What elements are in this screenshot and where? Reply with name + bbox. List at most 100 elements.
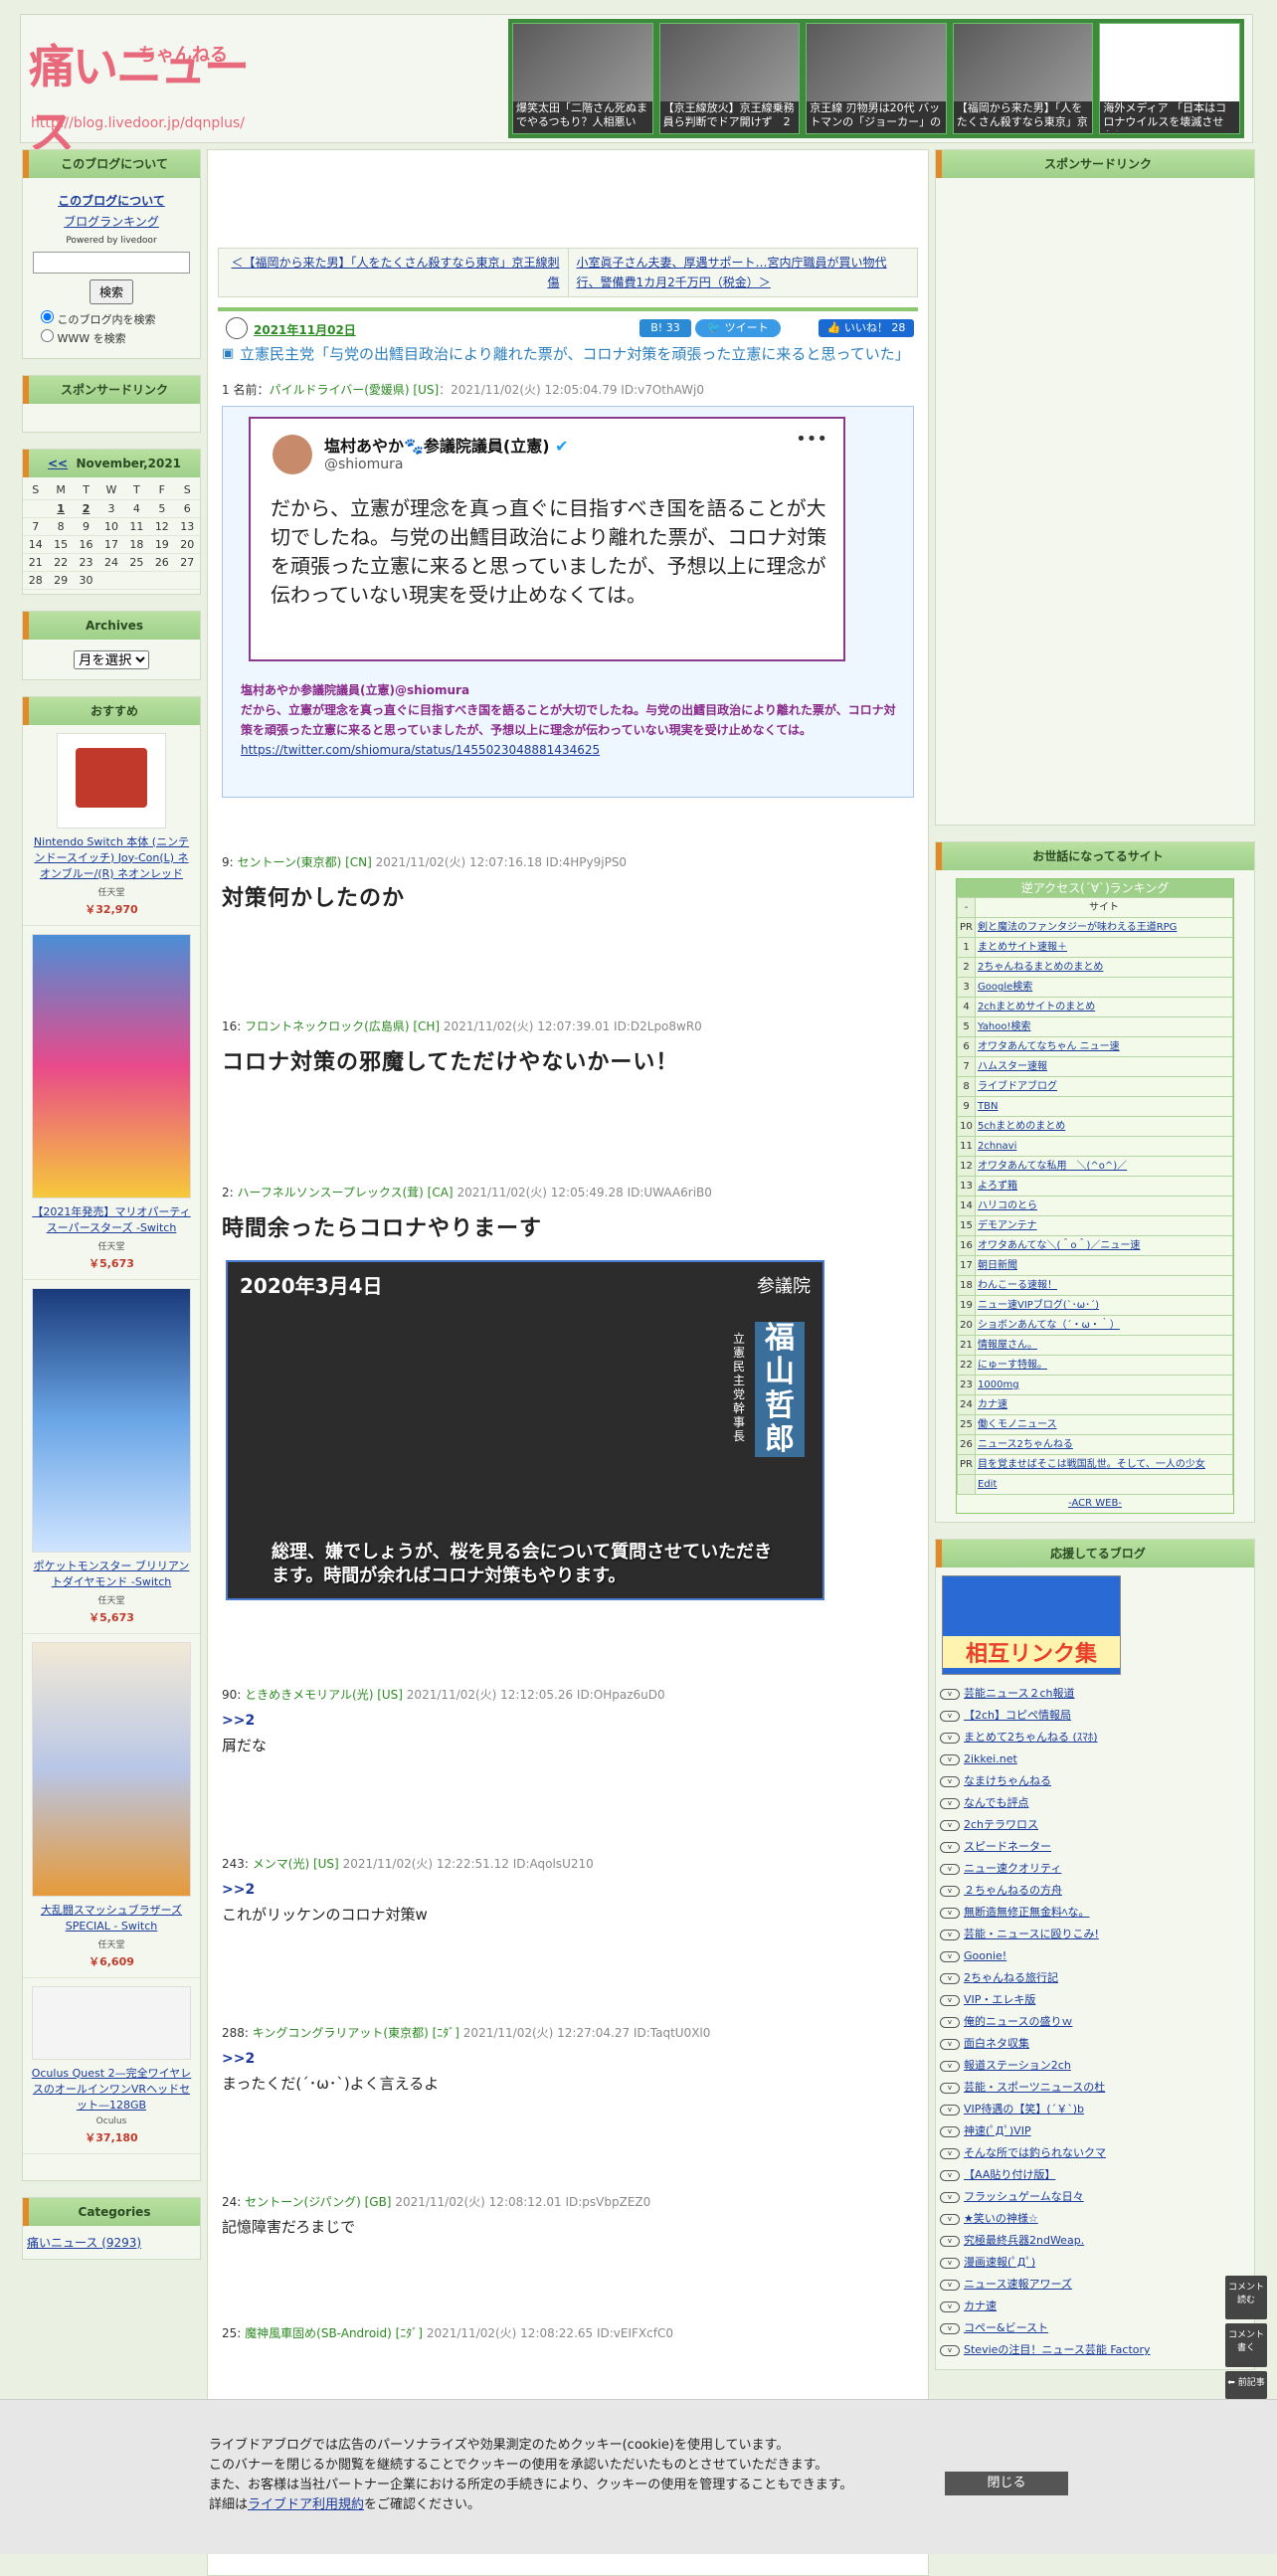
blog-link[interactable]: VIP・エレキ版 xyxy=(964,1989,1035,2011)
recommend-item[interactable]: Nintendo Switch 本体 (ニンテンドースイッチ) Joy-Con(… xyxy=(23,725,200,926)
headline-item[interactable]: 【福岡から来た男】「人をたくさん殺すなら東京」京 xyxy=(952,23,1094,134)
site-logo[interactable]: 痛いニュース ちゃんねる http://blog.livedoor.jp/dqn… xyxy=(29,21,277,159)
product-name[interactable]: 大乱闘スマッシュブラザーズ SPECIAL - Switch xyxy=(29,1903,194,1934)
product-name[interactable]: Oculus Quest 2—完全ワイヤレスのオールインワンVRヘッドセット—1… xyxy=(29,2066,194,2114)
rank-site-link[interactable]: 朝日新聞 xyxy=(978,1260,1017,1271)
recommend-item[interactable]: 【2021年発売】マリオパーティ スーパースターズ -Switch 任天堂 ￥5… xyxy=(23,926,200,1280)
headline-item[interactable]: 京王線 刃物男は20代 バットマンの「ジョーカー」の xyxy=(806,23,947,134)
category-link[interactable]: 痛いニュース (9293) xyxy=(27,2236,141,2250)
blog-link[interactable]: スピードネーター xyxy=(964,1836,1051,1858)
blog-item[interactable]: v コペー&ビースト xyxy=(940,2317,1250,2339)
rank-site-link[interactable]: Google検索 xyxy=(978,982,1032,993)
blog-link[interactable]: 【AA貼り付け版】 xyxy=(964,2164,1055,2186)
article-date[interactable]: 2021年11月02日 xyxy=(254,321,356,338)
blog-item[interactable]: v まとめて2ちゃんねる (ｽﾏﾎ) xyxy=(940,1727,1250,1748)
prev-article-button[interactable]: ⬅ 前記事 xyxy=(1225,2371,1267,2399)
blog-item[interactable]: v 漫画速報(ﾟДﾟ) xyxy=(940,2252,1250,2274)
response-anchor[interactable]: >>2 xyxy=(222,2051,928,2067)
blog-link[interactable]: 無断造無修正無金料ﾍな。 xyxy=(964,1902,1090,1924)
blog-item[interactable]: v VIP・エレキ版 xyxy=(940,1989,1250,2011)
blog-item[interactable]: v なんでも評点 xyxy=(940,1792,1250,1814)
blog-link[interactable]: VIP待遇の【笑】(´￥`)b xyxy=(964,2099,1084,2120)
tweet-link[interactable]: https://twitter.com/shiomura/status/1455… xyxy=(241,743,600,757)
blog-item[interactable]: v 【2ch】コピペ情報局 xyxy=(940,1705,1250,1727)
blog-link[interactable]: Goonie! xyxy=(964,1945,1006,1967)
blog-link[interactable]: 2ikkei.net xyxy=(964,1748,1017,1770)
response-anchor[interactable]: >>2 xyxy=(222,1713,928,1729)
rank-site-link[interactable]: ハムスター速報 xyxy=(978,1061,1047,1072)
facebook-like-button[interactable]: 👍 いいね！ 28 xyxy=(819,319,914,337)
calendar-prev-link[interactable]: << xyxy=(48,457,68,470)
prev-article-link[interactable]: ＜【福岡から来た男】「人をたくさん殺すなら東京」京王線刺傷 xyxy=(219,249,569,296)
blog-ranking-link[interactable]: ブログランキング xyxy=(31,213,192,230)
rank-site-link[interactable]: 働くモノニュース xyxy=(978,1419,1057,1430)
blog-item[interactable]: v Goonie! xyxy=(940,1945,1250,1967)
headline-item[interactable]: 【京王線放火】京王線乗務員ら判断でドア開けず 2 xyxy=(658,23,801,134)
blog-item[interactable]: v 芸能ニュース２ch報道 xyxy=(940,1683,1250,1705)
rank-site-link[interactable]: Edit xyxy=(978,1479,997,1490)
blog-item[interactable]: v 2chテラワロス xyxy=(940,1814,1250,1836)
rank-site-link[interactable]: 剣と魔法のファンタジーが味わえる王道RPG xyxy=(978,922,1177,933)
blog-link[interactable]: 芸能・ニュースに殴りこみ! xyxy=(964,1924,1099,1945)
blog-item[interactable]: v 2ちゃんねる旅行記 xyxy=(940,1967,1250,1989)
blog-item[interactable]: v そんな所では釣られないクマ xyxy=(940,2142,1250,2164)
search-blog-radio[interactable] xyxy=(41,310,54,323)
blog-link[interactable]: 報道ステーション2ch xyxy=(964,2055,1071,2077)
blog-link[interactable]: ニュー速クオリティ xyxy=(964,1858,1061,1880)
rank-site-link[interactable]: 2chnavi xyxy=(978,1141,1016,1152)
blog-item[interactable]: v Stevieの注目！ニュース芸能 Factory xyxy=(940,2339,1250,2361)
recommend-item[interactable]: ポケットモンスター ブリリアントダイヤモンド -Switch 任天堂 ￥5,67… xyxy=(23,1280,200,1634)
product-name[interactable]: 【2021年発売】マリオパーティ スーパースターズ -Switch xyxy=(29,1204,194,1236)
rank-site-link[interactable]: オワタあんてな私用 ＼(^o^)／ xyxy=(978,1161,1127,1172)
blog-item[interactable]: v VIP待遇の【笑】(´￥`)b xyxy=(940,2099,1250,2120)
link-collection-banner[interactable]: 相互リンク集 xyxy=(942,1575,1121,1675)
rank-site-link[interactable]: まとめサイト速報＋ xyxy=(978,942,1067,953)
recommend-item[interactable]: 大乱闘スマッシュブラザーズ SPECIAL - Switch 任天堂 ￥6,60… xyxy=(23,1634,200,1978)
blog-item[interactable]: v 神速(ﾟДﾟ)VIP xyxy=(940,2120,1250,2142)
archives-select[interactable]: 月を選択 xyxy=(74,649,149,669)
rank-site-link[interactable]: ニュー速VIPブログ(`･ω･´) xyxy=(978,1300,1099,1311)
rank-site-link[interactable]: わんこーる速報！ xyxy=(978,1280,1057,1291)
blog-link[interactable]: カナ速 xyxy=(964,2296,997,2317)
blog-item[interactable]: v 2ikkei.net xyxy=(940,1748,1250,1770)
blog-link[interactable]: 2ちゃんねる旅行記 xyxy=(964,1967,1058,1989)
blog-link[interactable]: なまけちゃんねる xyxy=(964,1770,1051,1792)
blog-item[interactable]: v 面白ネタ収集 xyxy=(940,2033,1250,2055)
cookie-close-button[interactable]: 閉じる xyxy=(945,2472,1068,2495)
rank-site-link[interactable]: 2ちゃんねるまとめのまとめ xyxy=(978,962,1103,973)
blog-item[interactable]: v スピードネーター xyxy=(940,1836,1250,1858)
rank-site-link[interactable]: 1000mg xyxy=(978,1380,1019,1390)
blog-link[interactable]: Stevieの注目！ニュース芸能 Factory xyxy=(964,2339,1151,2361)
hatena-bookmark-button[interactable]: B! 33 xyxy=(639,319,691,337)
blog-link[interactable]: フラッシュゲームな日々 xyxy=(964,2186,1084,2208)
search-input[interactable] xyxy=(33,252,190,274)
rank-site-link[interactable]: Yahoo!検索 xyxy=(978,1021,1030,1032)
response-anchor[interactable]: >>2 xyxy=(222,1882,928,1898)
blog-link[interactable]: 芸能・スポーツニュースの杜 xyxy=(964,2077,1105,2099)
blog-link[interactable]: 芸能ニュース２ch報道 xyxy=(964,1683,1074,1705)
blog-item[interactable]: v 究極最終兵器2ndWeap. xyxy=(940,2230,1250,2252)
rank-site-link[interactable]: 目を覚ませばそこは戦国乱世。そして、一人の少女 xyxy=(978,1459,1205,1470)
blog-item[interactable]: v なまけちゃんねる xyxy=(940,1770,1250,1792)
blog-item[interactable]: v フラッシュゲームな日々 xyxy=(940,2186,1250,2208)
blog-item[interactable]: v 芸能・スポーツニュースの杜 xyxy=(940,2077,1250,2099)
terms-link[interactable]: ライブドア利用規約 xyxy=(248,2497,364,2512)
rank-site-link[interactable]: オワタあんてなちゃん ニュー速 xyxy=(978,1041,1120,1052)
acr-web-link[interactable]: -ACR WEB- xyxy=(1068,1498,1122,1509)
rank-site-link[interactable]: デモアンテナ xyxy=(978,1220,1037,1231)
next-article-link[interactable]: 小室眞子さん夫妻、厚遇サポート…宮内庁職員が買い物代行、警備費1カ月2千万円（税… xyxy=(569,249,918,296)
calendar-day[interactable]: 2 xyxy=(73,499,99,518)
rank-site-link[interactable]: 情報屋さん。 xyxy=(978,1340,1037,1351)
blog-item[interactable]: v 報道ステーション2ch xyxy=(940,2055,1250,2077)
rank-site-link[interactable]: ハリコのとら xyxy=(978,1200,1037,1211)
rank-site-link[interactable]: オワタあんてな＼(＾o＾)／ニュー速 xyxy=(978,1240,1140,1251)
rank-site-link[interactable]: ニュース2ちゃんねる xyxy=(978,1439,1073,1450)
search-www-radio[interactable] xyxy=(41,329,54,342)
blog-item[interactable]: v ２ちゃんねるの方舟 xyxy=(940,1880,1250,1902)
rank-site-link[interactable]: 2chまとめサイトのまとめ xyxy=(978,1002,1095,1012)
blog-link[interactable]: まとめて2ちゃんねる (ｽﾏﾎ) xyxy=(964,1727,1098,1748)
product-name[interactable]: ポケットモンスター ブリリアントダイヤモンド -Switch xyxy=(29,1559,194,1590)
blog-link[interactable]: 2chテラワロス xyxy=(964,1814,1038,1836)
tweet-button[interactable]: 🐦 ツイート xyxy=(695,319,781,337)
blog-item[interactable]: v 俺的ニュースの盛りｗ xyxy=(940,2011,1250,2033)
